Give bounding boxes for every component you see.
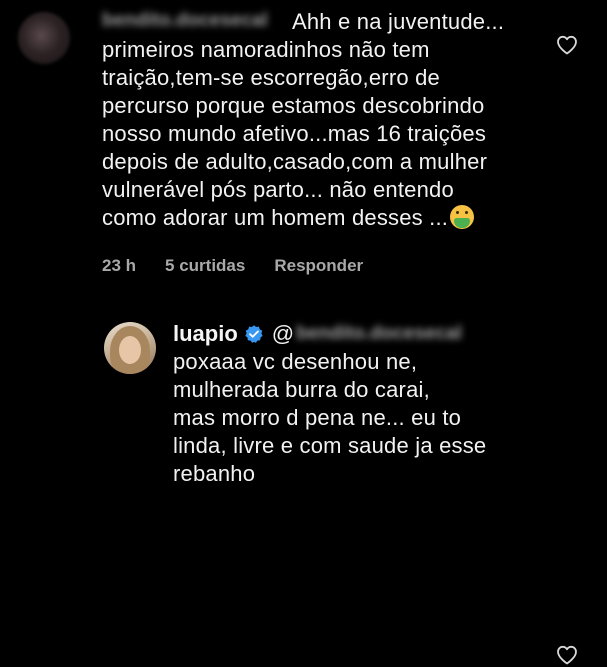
comment-username[interactable]: bendito.docesecal (102, 10, 268, 32)
reply-comment: luapio @ bendito.docesecal poxaaa vc des… (0, 300, 607, 665)
reply-text-line: mulherada burra do carai, (173, 377, 430, 402)
comment-text-line: vulnerável pós parto... não entendo (102, 177, 454, 202)
reply-text-line: poxaaa vc desenhou ne, (173, 349, 418, 374)
heart-icon[interactable] (555, 33, 579, 57)
comment-text-line: como adorar um homem desses ... (102, 205, 449, 230)
comment-text-line: primeiros namoradinhos não tem (102, 37, 430, 62)
comment-text-line: Ahh e na juventude... (292, 9, 505, 34)
comment-text-line: traição,tem-se escorregão,erro de (102, 65, 440, 90)
comment-text-line: percurso porque estamos descobrindo (102, 93, 485, 118)
reply-header: luapio @ bendito.docesecal (173, 320, 462, 348)
comment-likes-count[interactable]: 5 curtidas (165, 256, 245, 276)
heart-icon[interactable] (555, 643, 579, 667)
avatar-face (119, 336, 141, 364)
reply-text-line: mas morro d pena ne... eu to (173, 405, 462, 430)
comment-meta: 23 h 5 curtidas Responder (102, 256, 363, 276)
comment-timestamp: 23 h (102, 256, 137, 275)
reply-text: poxaaa vc desenhou ne, mulherada burra d… (173, 348, 553, 488)
avatar[interactable] (104, 322, 156, 374)
reply-text-line: linda, livre e com saude ja esse (173, 433, 487, 458)
mention-at-sign: @ (271, 321, 295, 346)
reply-button[interactable]: Responder (274, 256, 363, 276)
comment-text-line-last: como adorar um homem desses ... (102, 204, 572, 232)
comment: bendito.docesecal Ahh e na juventude... … (0, 0, 607, 300)
comment-text: primeiros namoradinhos não tem traição,t… (102, 36, 572, 232)
comment-text-line: nosso mundo afetivo...mas 16 traições (102, 121, 487, 146)
sick-face-icon (450, 205, 475, 229)
verified-badge-icon (245, 325, 263, 343)
mention-username[interactable]: bendito.docesecal (296, 320, 462, 348)
comment-text-first-line: Ahh e na juventude... (292, 8, 504, 36)
reply-username[interactable]: luapio (173, 320, 238, 348)
comment-text-line: depois de adulto,casado,com a mulher (102, 149, 488, 174)
reply-text-line: rebanho (173, 461, 256, 486)
avatar[interactable] (18, 12, 70, 64)
